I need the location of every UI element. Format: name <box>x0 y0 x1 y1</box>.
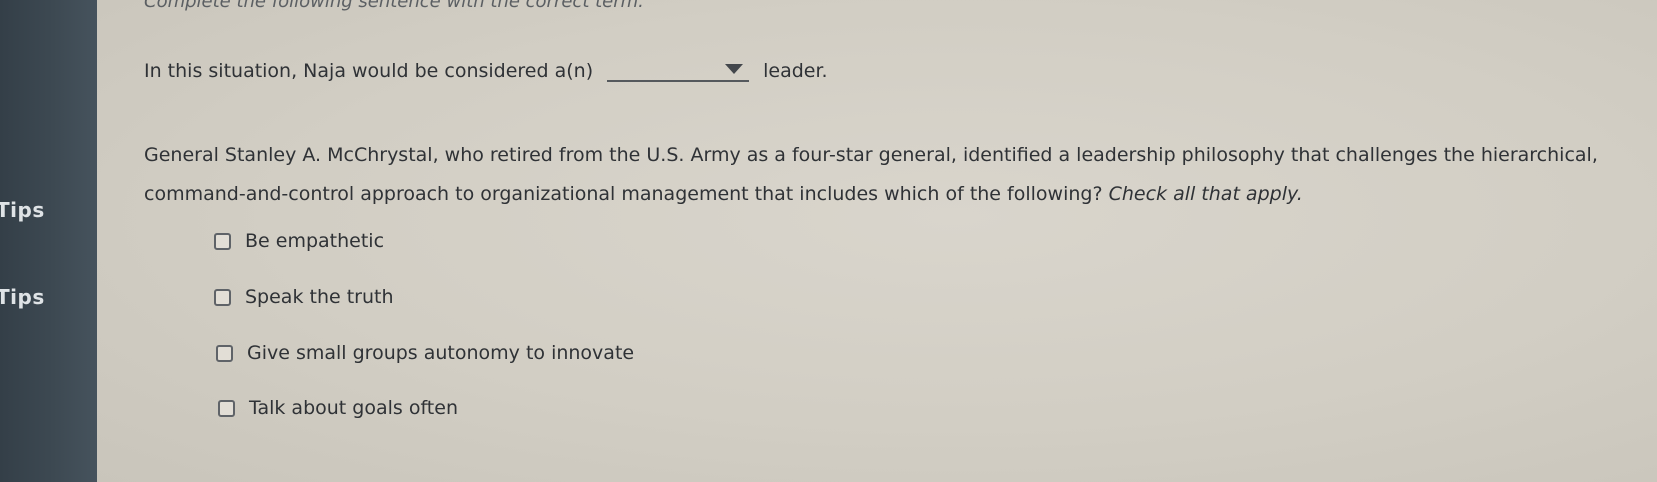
tips-tab-secondary[interactable]: Tips <box>0 285 45 309</box>
option-label: Be empathetic <box>245 230 385 252</box>
question-hint: Check all that apply. <box>1108 183 1303 205</box>
fill-in-sentence: In this situation, Naja would be conside… <box>144 56 828 82</box>
option-label: Talk about goals often <box>249 397 458 419</box>
sentence-before: In this situation, Naja would be conside… <box>144 60 594 82</box>
checkbox-icon[interactable] <box>214 288 231 306</box>
checkbox-icon[interactable] <box>216 344 233 362</box>
instruction-text: Complete the following sentence with the… <box>144 0 644 12</box>
tips-tab[interactable]: Tips <box>0 198 45 222</box>
question-panel: Complete the following sentence with the… <box>97 0 1657 482</box>
option-be-empathetic[interactable]: Be empathetic <box>214 230 384 252</box>
option-speak-the-truth[interactable]: Speak the truth <box>214 286 394 308</box>
checkbox-icon[interactable] <box>218 399 235 417</box>
question-text: General Stanley A. McChrystal, who retir… <box>144 136 1604 214</box>
sentence-after: leader. <box>763 60 828 82</box>
checkbox-icon[interactable] <box>214 232 231 250</box>
tips-sidebar: Tips Tips <box>0 0 97 482</box>
option-label: Give small groups autonomy to innovate <box>247 342 635 364</box>
option-label: Speak the truth <box>245 286 394 308</box>
chevron-down-icon[interactable] <box>725 64 744 74</box>
option-talk-about-goals[interactable]: Talk about goals often <box>218 397 458 419</box>
question-body: General Stanley A. McChrystal, who retir… <box>144 144 1598 205</box>
term-dropdown[interactable] <box>607 56 750 82</box>
option-give-small-groups-autonomy[interactable]: Give small groups autonomy to innovate <box>216 342 634 364</box>
